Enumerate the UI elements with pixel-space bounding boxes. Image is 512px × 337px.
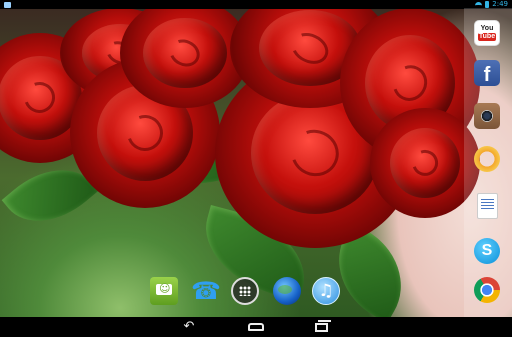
recent-apps-button[interactable]	[309, 320, 335, 334]
home-icon	[248, 323, 264, 331]
navigation-bar: ↶	[0, 317, 512, 337]
yellow-ring-app-icon[interactable]	[474, 146, 500, 172]
wallpaper	[0, 8, 512, 317]
camera-app-icon[interactable]	[474, 103, 500, 129]
home-button[interactable]	[243, 320, 269, 334]
battery-icon	[485, 1, 490, 8]
facebook-app-icon[interactable]: f	[474, 60, 500, 86]
right-dock: You Tube f S	[464, 8, 512, 317]
back-button[interactable]: ↶	[176, 320, 202, 334]
youtube-app-icon[interactable]: You Tube	[474, 20, 500, 46]
skype-app-icon[interactable]: S	[474, 238, 500, 264]
wifi-icon	[475, 1, 483, 8]
docs-app-icon[interactable]	[477, 193, 498, 219]
chrome-app-icon[interactable]	[474, 277, 500, 303]
status-bar: 2:49	[0, 0, 512, 9]
recent-apps-icon	[315, 320, 331, 332]
music-app-icon[interactable]: ♫	[312, 277, 340, 305]
phone-app-icon[interactable]: ☎	[191, 277, 221, 305]
messaging-app-icon[interactable]	[150, 277, 178, 305]
browser-app-icon[interactable]	[273, 277, 301, 305]
app-drawer-icon[interactable]	[231, 277, 259, 305]
youtube-logo-tube: Tube	[477, 33, 497, 41]
youtube-logo-you: You	[480, 25, 494, 32]
image-notification-icon	[4, 1, 11, 8]
